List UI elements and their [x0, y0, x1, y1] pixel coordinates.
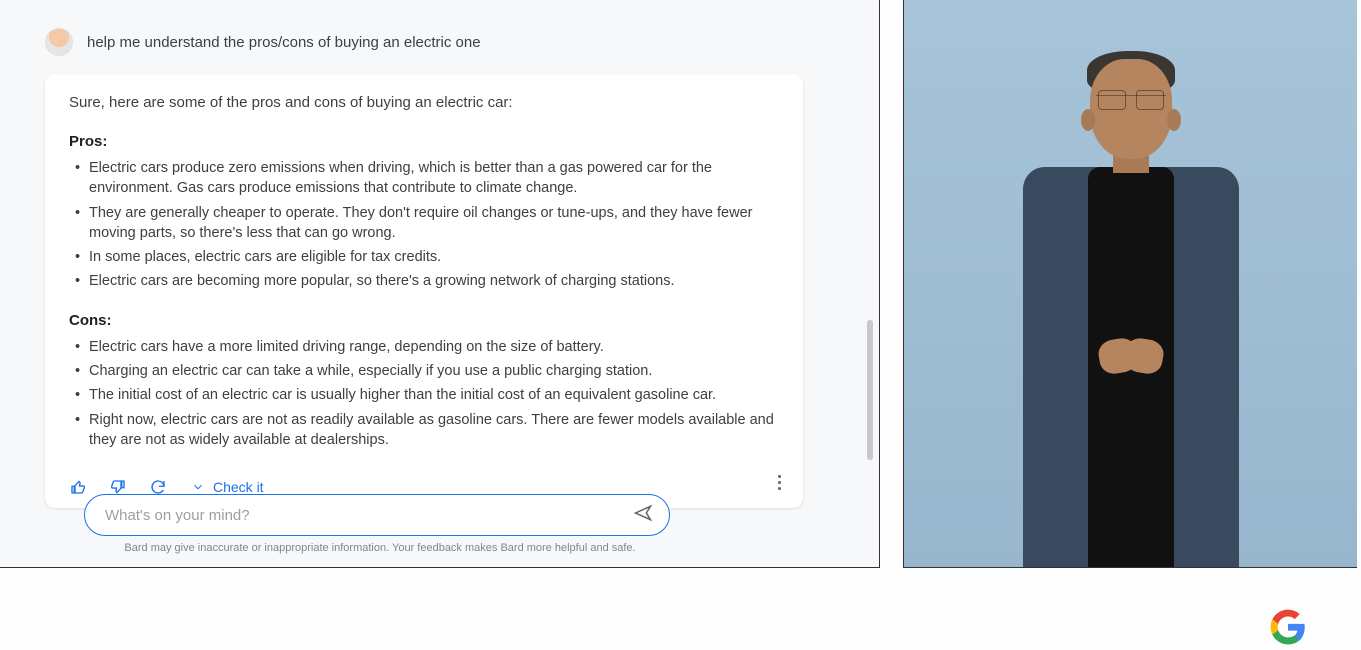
presenter-video-panel [903, 0, 1357, 568]
cons-list: Electric cars have a more limited drivin… [69, 337, 779, 450]
presenter-figure [1006, 37, 1256, 567]
pros-list: Electric cars produce zero emissions whe… [69, 158, 779, 292]
more-options-button[interactable] [774, 471, 785, 494]
list-item: Electric cars produce zero emissions whe… [75, 158, 779, 199]
list-item: In some places, electric cars are eligib… [75, 247, 779, 267]
scrollbar-thumb[interactable] [867, 320, 873, 460]
prompt-placeholder: What's on your mind? [105, 507, 633, 524]
list-item: Right now, electric cars are not as read… [75, 410, 779, 451]
bard-ui-panel: help me understand the pros/cons of buyi… [0, 0, 880, 568]
list-item: The initial cost of an electric car is u… [75, 385, 779, 405]
chat-column: help me understand the pros/cons of buyi… [45, 18, 833, 508]
google-logo-icon [1269, 608, 1307, 646]
list-item: Charging an electric car can take a whil… [75, 361, 779, 381]
response-actions: Check it [69, 470, 779, 496]
list-item: They are generally cheaper to operate. T… [75, 203, 779, 244]
user-prompt-text: help me understand the pros/cons of buyi… [87, 34, 481, 51]
response-intro: Sure, here are some of the pros and cons… [69, 94, 779, 111]
check-it-label: Check it [213, 479, 264, 495]
presentation-frame: help me understand the pros/cons of buyi… [0, 0, 1361, 650]
pros-heading: Pros: [69, 133, 779, 150]
bard-response-card: Sure, here are some of the pros and cons… [45, 74, 803, 508]
list-item: Electric cars are becoming more popular,… [75, 271, 779, 291]
user-message-row: help me understand the pros/cons of buyi… [45, 18, 833, 74]
prompt-input[interactable]: What's on your mind? [84, 494, 670, 536]
send-icon[interactable] [633, 503, 653, 528]
disclaimer-text: Bard may give inaccurate or inappropriat… [0, 542, 760, 554]
list-item: Electric cars have a more limited drivin… [75, 337, 779, 357]
user-avatar [45, 28, 73, 56]
cons-heading: Cons: [69, 312, 779, 329]
thumbs-up-button[interactable] [69, 478, 87, 496]
thumbs-up-icon [69, 478, 87, 496]
